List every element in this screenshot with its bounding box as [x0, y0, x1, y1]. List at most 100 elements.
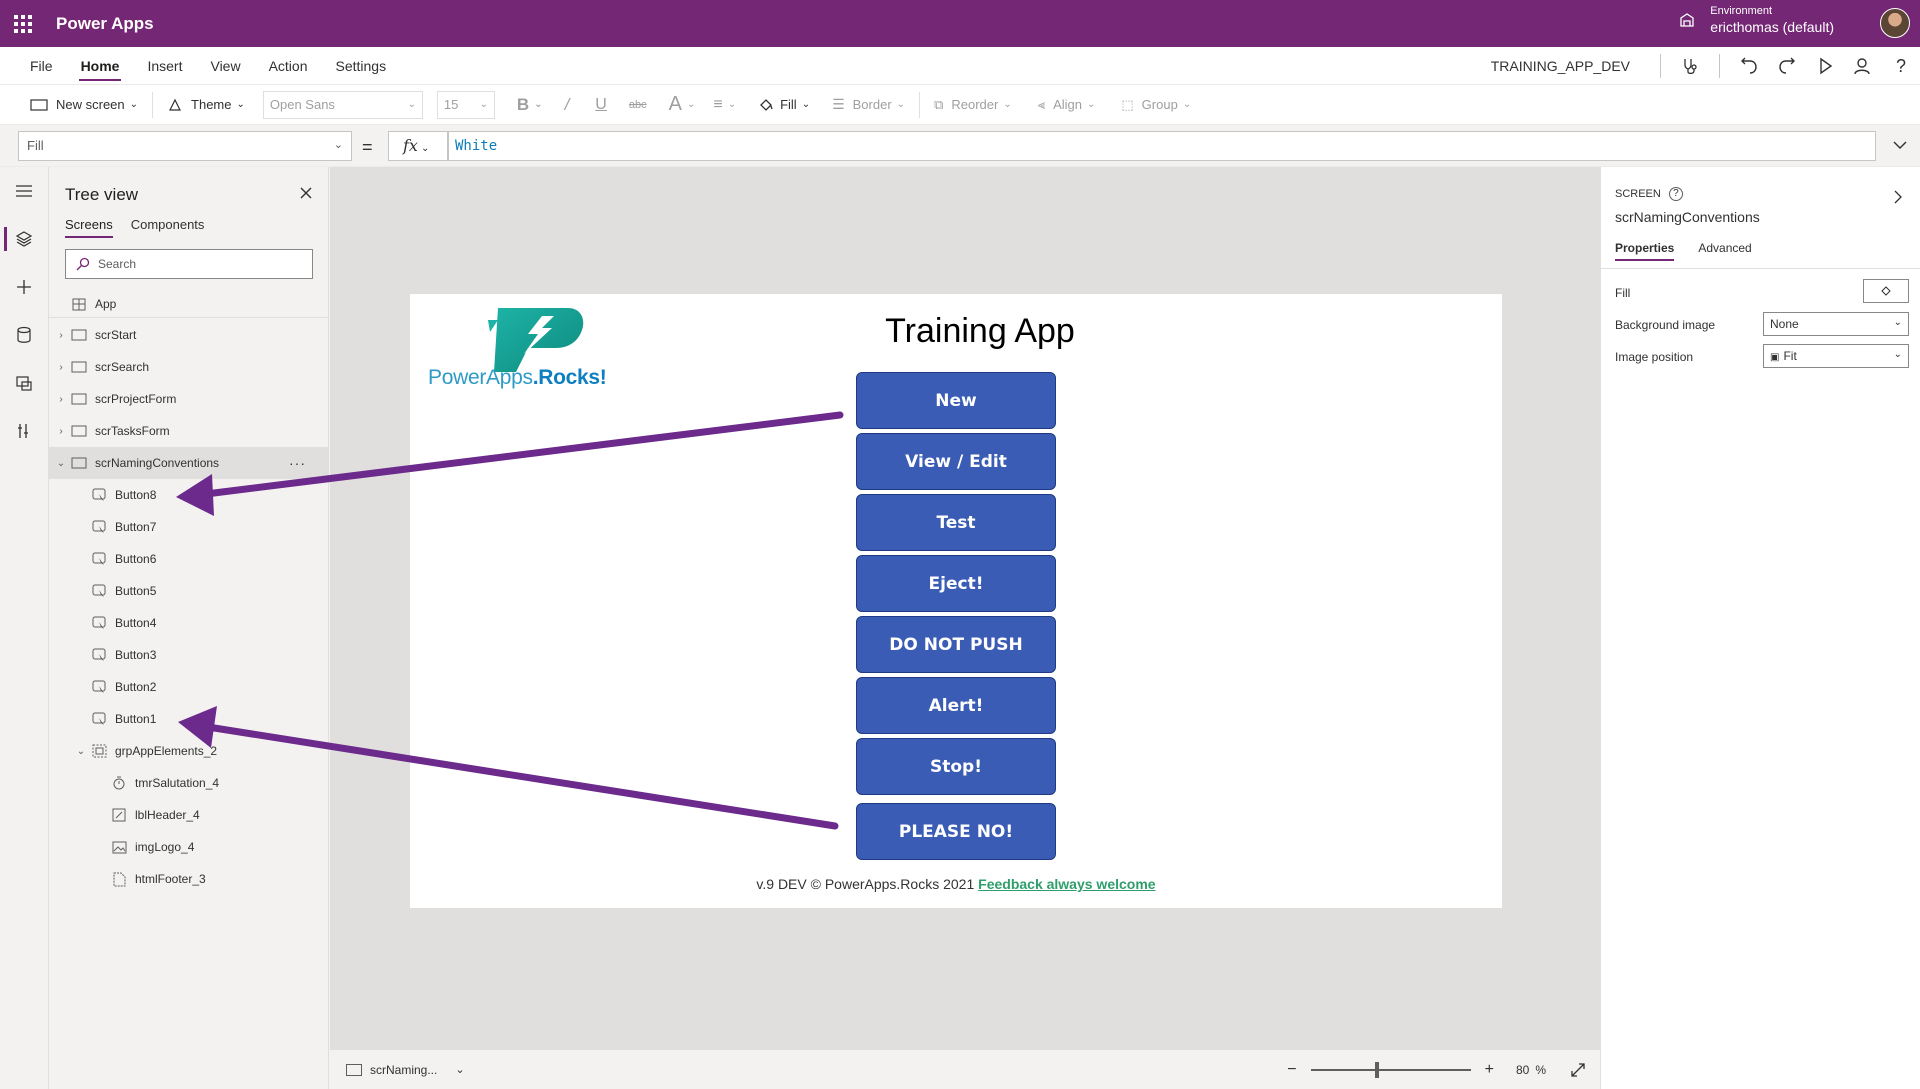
formula-input[interactable]: White — [448, 131, 1876, 161]
please-no-button[interactable]: PLEASE NO! — [856, 803, 1056, 860]
align-button[interactable]: ⫷ Align ⌄ — [1038, 97, 1096, 113]
reorder-button[interactable]: ⧉ Reorder ⌄ — [934, 97, 1012, 113]
new-button[interactable]: New — [856, 372, 1056, 429]
chevron-right-icon[interactable] — [1892, 189, 1904, 205]
tree-item-label: imgLogo_4 — [135, 840, 195, 854]
tree-item-screen-selected[interactable]: ⌄ scrNamingConventions ··· — [49, 447, 328, 479]
tree-item-label-control[interactable]: lblHeader_4 — [49, 799, 328, 831]
bold-icon[interactable]: B ⌄ — [517, 95, 543, 115]
zoom-slider-thumb[interactable] — [1374, 1062, 1379, 1078]
expand-formula-icon[interactable] — [1890, 135, 1910, 155]
more-options-icon[interactable]: ··· — [289, 455, 306, 471]
stop-button[interactable]: Stop! — [856, 738, 1056, 795]
search-icon — [76, 257, 90, 271]
app-grid-icon — [71, 297, 87, 311]
tree-item-button[interactable]: Button5 — [49, 575, 328, 607]
tab-advanced[interactable]: Advanced — [1698, 241, 1751, 261]
help-icon[interactable]: ? — [1882, 47, 1920, 85]
user-avatar[interactable] — [1880, 8, 1910, 38]
share-user-icon[interactable] — [1844, 47, 1882, 85]
tree-item-screen[interactable]: › scrStart — [49, 319, 328, 351]
test-button[interactable]: Test — [856, 494, 1056, 551]
group-button[interactable]: ⬚ Group ⌄ — [1121, 97, 1191, 113]
text-align-icon[interactable]: ≡ ⌄ — [713, 96, 736, 114]
tab-properties[interactable]: Properties — [1615, 241, 1675, 261]
font-family-select[interactable]: Open Sans ⌄ — [262, 90, 423, 119]
chevron-right-icon[interactable]: › — [55, 330, 67, 341]
environment-picker[interactable]: Environment ericthomas (default) — [1678, 5, 1834, 35]
app-launcher-icon[interactable] — [0, 0, 46, 47]
tree-item-button[interactable]: Button2 — [49, 671, 328, 703]
theme-button[interactable]: Theme ⌄ — [167, 97, 245, 113]
menu-settings[interactable]: Settings — [332, 47, 391, 85]
property-select[interactable]: Fill ⌄ — [18, 131, 352, 161]
tab-components[interactable]: Components — [131, 217, 205, 238]
menu-insert[interactable]: Insert — [143, 47, 186, 85]
background-image-select[interactable]: None ⌄ — [1763, 312, 1909, 336]
ribbon: New screen ⌄ Theme ⌄ Open Sans ⌄ 15 ⌄ B ⌄ / U… — [0, 85, 1920, 125]
menu-home[interactable]: Home — [77, 47, 124, 85]
redo-icon[interactable] — [1768, 47, 1806, 85]
product-name[interactable]: Power Apps — [56, 14, 154, 34]
tree-item-button[interactable]: Button3 — [49, 639, 328, 671]
tree-item-screen[interactable]: › scrSearch — [49, 351, 328, 383]
app-screen-preview[interactable]: PowerApps.Rocks! Training App New View /… — [410, 294, 1502, 908]
view-edit-button[interactable]: View / Edit — [856, 433, 1056, 490]
italic-icon[interactable]: / — [565, 95, 570, 115]
do-not-push-button[interactable]: DO NOT PUSH — [856, 616, 1056, 673]
new-screen-button[interactable]: New screen ⌄ — [30, 97, 138, 112]
app-checker-icon[interactable] — [1671, 47, 1709, 85]
tree-item-button[interactable]: Button1 — [49, 703, 328, 735]
chevron-right-icon[interactable]: › — [55, 394, 67, 405]
menu-action[interactable]: Action — [265, 47, 312, 85]
feedback-link[interactable]: Feedback always welcome — [978, 876, 1155, 892]
data-icon[interactable] — [0, 311, 48, 359]
font-size-select[interactable]: 15 ⌄ — [436, 90, 495, 119]
font-color-icon[interactable]: A ⌄ — [669, 93, 696, 116]
tree-item-group[interactable]: ⌄ grpAppElements_2 — [49, 735, 328, 767]
chevron-down-icon[interactable]: ⌄ — [55, 458, 67, 469]
alert-button[interactable]: Alert! — [856, 677, 1056, 734]
media-icon[interactable] — [0, 359, 48, 407]
tree-item-screen[interactable]: › scrTasksForm — [49, 415, 328, 447]
menu-view[interactable]: View — [206, 47, 244, 85]
tree-view-icon[interactable] — [0, 215, 48, 263]
play-icon[interactable] — [1806, 47, 1844, 85]
fx-button[interactable]: fx ⌄ — [388, 131, 448, 161]
advanced-tools-icon[interactable] — [0, 407, 48, 455]
insert-plus-icon[interactable] — [0, 263, 48, 311]
border-button[interactable]: ☰ Border ⌄ — [832, 96, 905, 113]
zoom-slider[interactable] — [1310, 1062, 1471, 1078]
underline-icon[interactable]: U — [595, 96, 607, 114]
tab-screens[interactable]: Screens — [65, 217, 113, 238]
image-position-select[interactable]: ▣ Fit ⌄ — [1763, 344, 1909, 368]
chevron-right-icon[interactable]: › — [55, 362, 67, 373]
tree-item-screen[interactable]: › scrProjectForm — [49, 383, 328, 415]
tree-item-image[interactable]: imgLogo_4 — [49, 831, 328, 863]
tree-item-html[interactable]: htmlFooter_3 — [49, 863, 328, 895]
tree-item-button[interactable]: Button6 — [49, 543, 328, 575]
tree-item-timer[interactable]: tmrSalutation_4 — [49, 767, 328, 799]
tree-item-app[interactable]: App — [49, 288, 328, 320]
close-icon[interactable] — [298, 185, 314, 201]
fill-button[interactable]: Fill ⌄ — [758, 97, 810, 113]
hamburger-icon[interactable] — [0, 167, 48, 215]
search-input[interactable]: Search — [65, 249, 313, 279]
zoom-in-icon[interactable]: + — [1485, 1061, 1494, 1079]
tree-item-button[interactable]: Button4 — [49, 607, 328, 639]
chevron-down-icon[interactable]: ⌄ — [75, 746, 87, 757]
help-icon[interactable]: ? — [1668, 187, 1683, 201]
screen-picker[interactable]: scrNaming... ⌄ — [346, 1063, 465, 1077]
eject-button[interactable]: Eject! — [856, 555, 1056, 612]
tree-item-button[interactable]: Button8 — [49, 479, 328, 511]
chevron-right-icon[interactable]: › — [55, 426, 67, 437]
strikethrough-icon[interactable]: abc — [629, 99, 647, 111]
zoom-out-icon[interactable]: − — [1287, 1061, 1296, 1079]
button-icon — [91, 680, 107, 694]
fill-color-picker[interactable] — [1863, 279, 1909, 303]
tree-item-button[interactable]: Button7 — [49, 511, 328, 543]
fit-to-window-icon[interactable] — [1570, 1062, 1586, 1078]
divider — [49, 317, 328, 318]
menu-file[interactable]: File — [26, 47, 57, 85]
undo-icon[interactable] — [1730, 47, 1768, 85]
